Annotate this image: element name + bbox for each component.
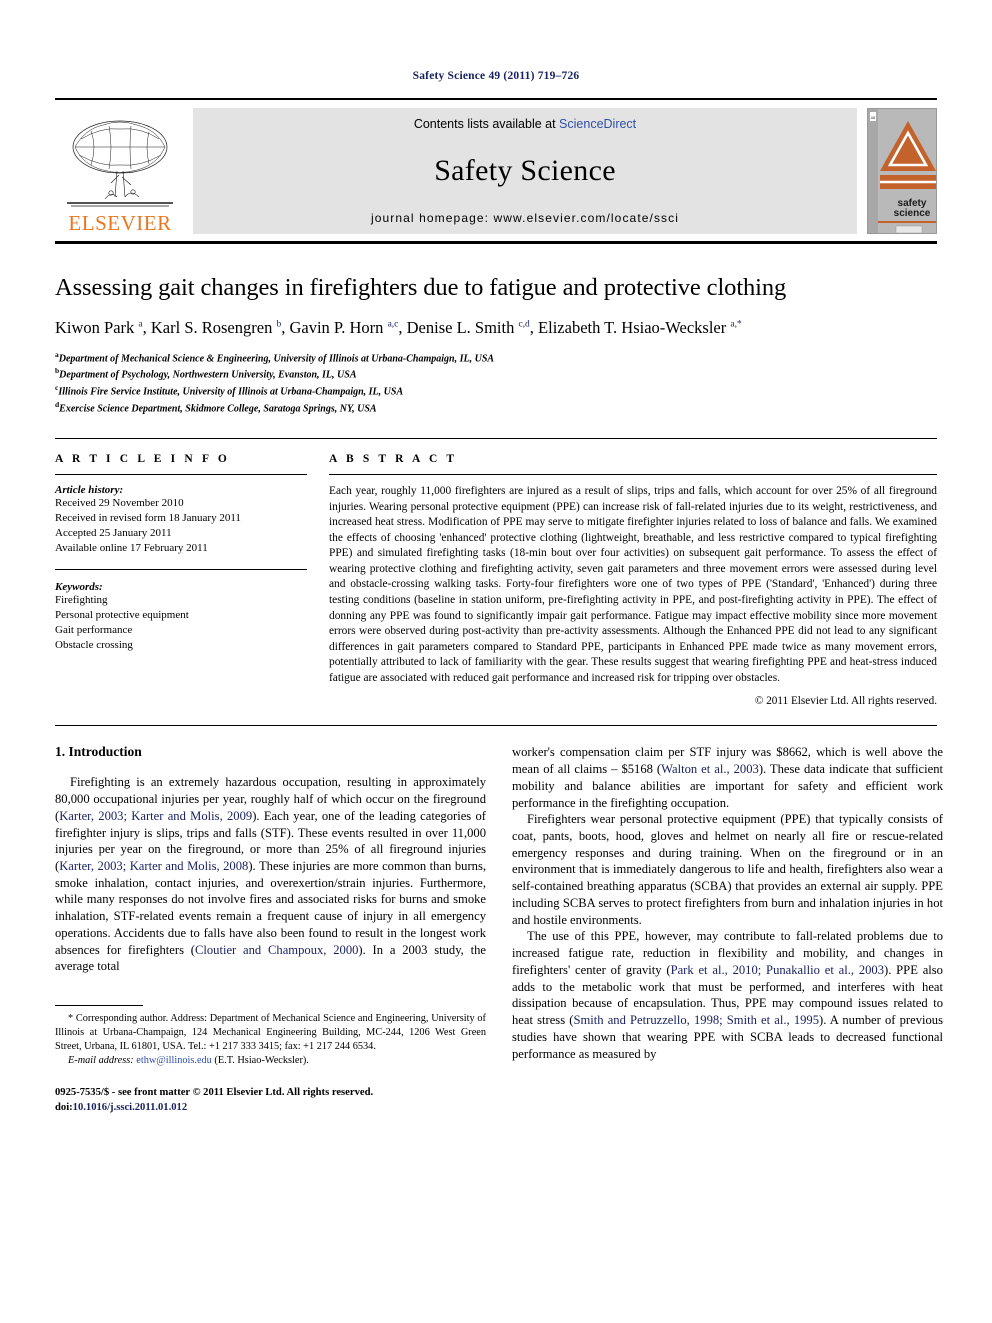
elsevier-tree-icon bbox=[67, 120, 173, 207]
doi-line: doi:10.1016/j.ssci.2011.01.012 bbox=[55, 1101, 486, 1115]
article-history-item: Received in revised form 18 January 2011 bbox=[55, 512, 241, 525]
sciencedirect-link[interactable]: ScienceDirect bbox=[559, 117, 636, 131]
abstract-heading: A B S T R A C T bbox=[329, 453, 458, 466]
abstract-text: Each year, roughly 11,000 firefighters a… bbox=[329, 485, 937, 684]
section-heading-introduction: 1. Introduction bbox=[55, 744, 142, 760]
body-divider bbox=[55, 725, 937, 727]
keyword-item: Gait performance bbox=[55, 624, 133, 637]
abstract-column: A B S T R A C T Each year, roughly 11,00… bbox=[329, 453, 937, 707]
title-block: Assessing gait changes in firefighters d… bbox=[55, 274, 937, 416]
article-history-item: Available online 17 February 2011 bbox=[55, 542, 208, 555]
doi-label: doi: bbox=[55, 1101, 73, 1113]
article-info-heading: A R T I C L E I N F O bbox=[55, 453, 230, 466]
doi-value[interactable]: 10.1016/j.ssci.2011.01.012 bbox=[73, 1102, 187, 1113]
affiliation-item: dExercise Science Department, Skidmore C… bbox=[55, 400, 937, 417]
keyword-item: Obstacle crossing bbox=[55, 639, 133, 652]
email-note: E-mail address: ethw@illinois.edu (E.T. … bbox=[55, 1055, 486, 1066]
journal-homepage-link[interactable]: journal homepage: www.elsevier.com/locat… bbox=[371, 211, 679, 225]
footnote-rule bbox=[55, 1005, 143, 1007]
contents-prefix-text: Contents lists available at bbox=[413, 117, 560, 131]
keywords-label: Keywords: bbox=[55, 581, 103, 594]
intro-paragraph: The use of this PPE, however, may contri… bbox=[512, 929, 943, 1061]
elsevier-wordmark: ELSEVIER bbox=[68, 211, 172, 235]
author-list: Kiwon Park a, Karl S. Rosengren b, Gavin… bbox=[55, 318, 742, 338]
article-page: Safety Science 49 (2011) 719–726 ELSEVIE… bbox=[0, 0, 992, 1323]
imprint-line: 0925-7535/$ - see front matter © 2011 El… bbox=[55, 1087, 374, 1099]
article-info-column: A R T I C L E I N F O Article history: R… bbox=[55, 453, 307, 707]
contents-available-line: Contents lists available at ScienceDirec… bbox=[414, 117, 636, 131]
article-history-item: Received 29 November 2010 bbox=[55, 497, 184, 510]
masthead-divider bbox=[55, 241, 937, 244]
journal-cover-art: AB safety science bbox=[868, 109, 936, 233]
affiliation-text: Department of Psychology, Northwestern U… bbox=[59, 369, 357, 381]
journal-banner: Contents lists available at ScienceDirec… bbox=[193, 108, 857, 234]
intro-paragraph: Firefighters wear personal protective eq… bbox=[512, 812, 943, 927]
intro-paragraph: Firefighting is an extremely hazardous o… bbox=[55, 775, 487, 974]
corresponding-author-note: * Corresponding author. Address: Departm… bbox=[55, 1013, 486, 1052]
imprint-block: 0925-7535/$ - see front matter © 2011 El… bbox=[55, 1086, 486, 1115]
keywords-rule bbox=[55, 569, 307, 571]
email-label: E-mail address: bbox=[68, 1055, 134, 1067]
footnote-region: * Corresponding author. Address: Departm… bbox=[55, 1005, 486, 1115]
journal-cover-thumbnail: AB safety science bbox=[867, 108, 937, 234]
affiliation-item: cIllinois Fire Service Institute, Univer… bbox=[55, 383, 937, 400]
running-head: Safety Science 49 (2011) 719–726 bbox=[412, 70, 580, 82]
intro-paragraph: worker's compensation claim per STF inju… bbox=[512, 745, 944, 810]
cover-title-line2: science bbox=[894, 208, 931, 219]
affiliation-list: aDepartment of Mechanical Science & Engi… bbox=[55, 350, 937, 416]
keyword-item: Firefighting bbox=[55, 594, 108, 607]
info-abstract-region: A R T I C L E I N F O Article history: R… bbox=[55, 438, 937, 707]
page-title: Assessing gait changes in firefighters d… bbox=[55, 274, 787, 301]
article-history-item: Accepted 25 January 2011 bbox=[55, 527, 172, 540]
affiliation-text: Department of Mechanical Science & Engin… bbox=[58, 353, 495, 365]
article-history-label: Article history: bbox=[55, 484, 124, 497]
elsevier-logo: ELSEVIER bbox=[55, 108, 185, 234]
affiliation-text: Exercise Science Department, Skidmore Co… bbox=[59, 402, 377, 414]
abstract-rule bbox=[329, 474, 937, 476]
body-left-column: 1. Introduction Firefighting is an extre… bbox=[55, 744, 486, 1114]
copyright-line: © 2011 Elsevier Ltd. All rights reserved… bbox=[754, 695, 937, 708]
journal-masthead: ELSEVIER Contents lists available at Sci… bbox=[55, 98, 937, 234]
journal-title: Safety Science bbox=[434, 154, 616, 187]
svg-text:AB: AB bbox=[871, 116, 876, 120]
email-owner: (E.T. Hsiao-Wecksler). bbox=[214, 1055, 309, 1067]
body-columns: 1. Introduction Firefighting is an extre… bbox=[55, 744, 943, 1114]
affiliation-text: Illinois Fire Service Institute, Univers… bbox=[58, 386, 404, 398]
affiliation-item: bDepartment of Psychology, Northwestern … bbox=[55, 366, 937, 383]
affiliation-item: aDepartment of Mechanical Science & Engi… bbox=[55, 350, 937, 367]
keyword-item: Personal protective equipment bbox=[55, 609, 189, 622]
body-right-column: worker's compensation claim per STF inju… bbox=[512, 744, 943, 1114]
email-link[interactable]: ethw@illinois.edu bbox=[136, 1055, 212, 1066]
article-info-rule bbox=[55, 474, 307, 476]
